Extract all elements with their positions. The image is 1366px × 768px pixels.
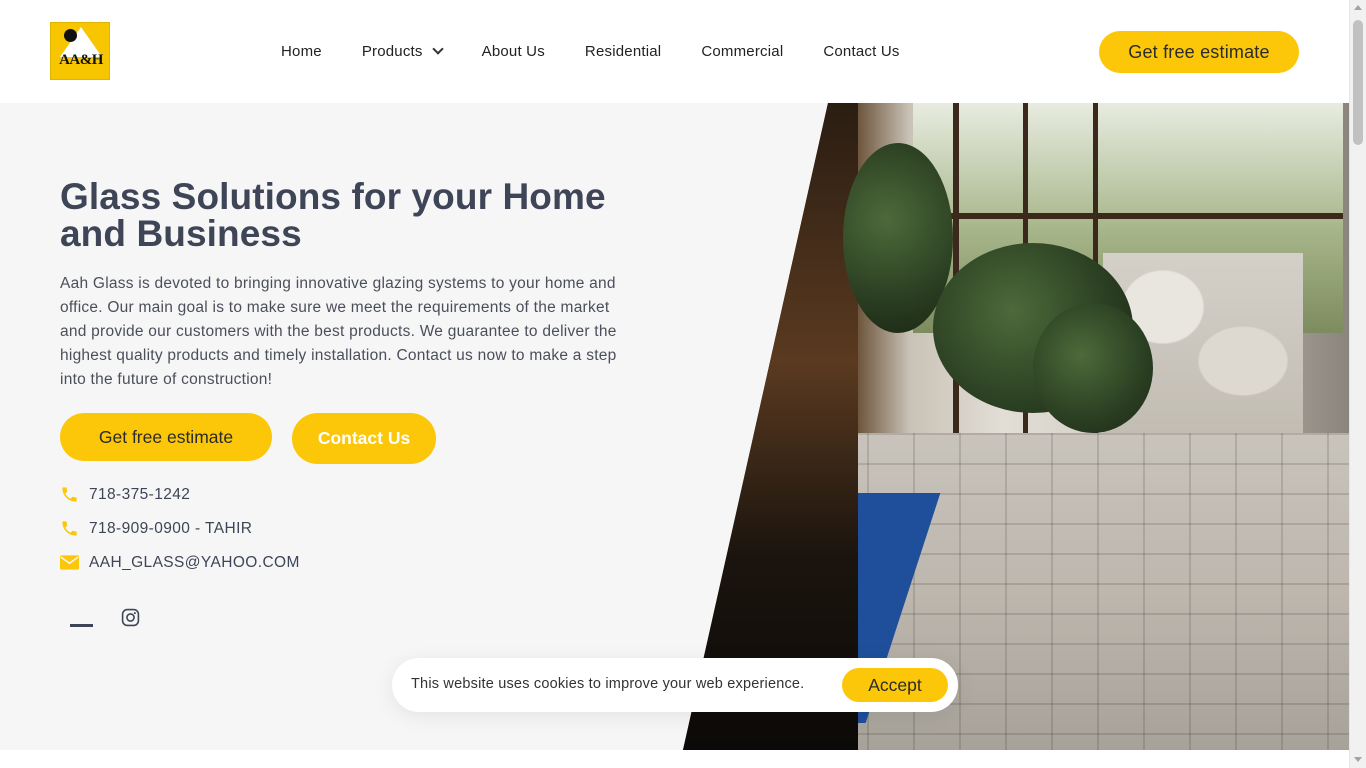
cookie-message: This website uses cookies to improve you… bbox=[411, 676, 805, 692]
contact-email[interactable]: AAH_GLASS@YAHOO.COM bbox=[60, 553, 300, 572]
hero-image bbox=[683, 103, 1349, 750]
contact-text: 718-909-0900 - TAHIR bbox=[89, 519, 253, 537]
phone-icon bbox=[60, 519, 79, 538]
scroll-down-arrow-icon[interactable] bbox=[1354, 757, 1362, 762]
instagram-icon[interactable] bbox=[121, 608, 140, 627]
hero-contact-button[interactable]: Contact Us bbox=[292, 413, 436, 464]
nav-item-commercial[interactable]: Commercial bbox=[701, 43, 783, 60]
hero-section: Glass Solutions for your Home and Busine… bbox=[0, 103, 1349, 750]
site-header: AA&H Home Products About Us Residential … bbox=[0, 0, 1349, 103]
contact-text: 718-375-1242 bbox=[89, 485, 191, 503]
nav-item-contact-us[interactable]: Contact Us bbox=[823, 43, 899, 60]
cookie-accept-button[interactable]: Accept bbox=[842, 668, 948, 702]
nav-item-label: Products bbox=[361, 43, 423, 60]
hero-title: Glass Solutions for your Home and Busine… bbox=[60, 176, 606, 254]
nav-item-home[interactable]: Home bbox=[281, 43, 322, 60]
header-estimate-button[interactable]: Get free estimate bbox=[1099, 31, 1299, 73]
hero-image-plant bbox=[1033, 303, 1153, 433]
hero-image-dark-wall bbox=[683, 103, 858, 750]
nav-item-label: Contact Us bbox=[823, 43, 900, 60]
hero-image-frame bbox=[913, 213, 1343, 219]
contact-phone-2[interactable]: 718-909-0900 - TAHIR bbox=[60, 519, 252, 538]
nav-item-label: Residential bbox=[584, 43, 662, 60]
main-nav: Home Products About Us Residential Comme… bbox=[281, 43, 940, 60]
scroll-up-arrow-icon[interactable] bbox=[1354, 5, 1362, 10]
nav-item-label: Commercial bbox=[701, 43, 784, 60]
logo-dot bbox=[64, 29, 77, 42]
hero-description: Aah Glass is devoted to bringing innovat… bbox=[60, 275, 617, 388]
contact-text: AAH_GLASS@YAHOO.COM bbox=[89, 553, 300, 571]
facebook-icon[interactable] bbox=[70, 624, 93, 627]
nav-item-products[interactable]: Products bbox=[361, 43, 444, 60]
nav-item-about-us[interactable]: About Us bbox=[482, 43, 545, 60]
nav-item-label: Home bbox=[281, 43, 322, 60]
chevron-down-icon bbox=[431, 43, 444, 55]
page-scrollbar[interactable] bbox=[1349, 0, 1366, 768]
scrollbar-thumb[interactable] bbox=[1353, 20, 1363, 145]
hero-estimate-button[interactable]: Get free estimate bbox=[60, 413, 272, 461]
nav-item-residential[interactable]: Residential bbox=[585, 43, 661, 60]
contact-phone-1[interactable]: 718-375-1242 bbox=[60, 485, 190, 504]
phone-icon bbox=[60, 485, 79, 504]
company-logo[interactable]: AA&H bbox=[50, 22, 110, 80]
logo-text: AA&H bbox=[59, 52, 103, 68]
nav-item-label: About Us bbox=[481, 43, 545, 60]
envelope-icon bbox=[60, 553, 79, 572]
